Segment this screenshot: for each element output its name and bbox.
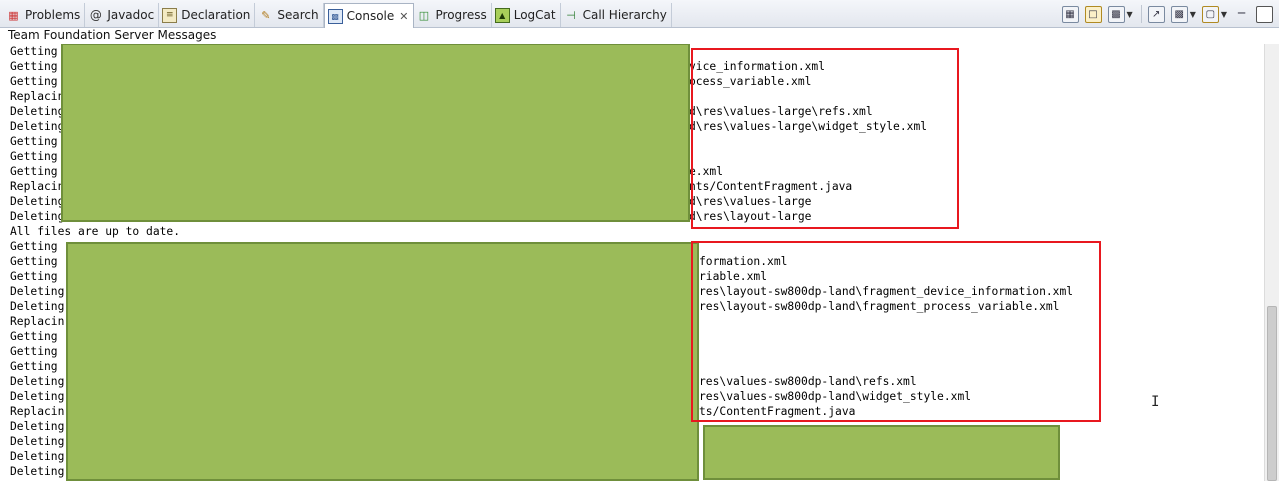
console-line: Deleting [10,120,65,133]
redaction-block [61,44,690,222]
clear-console-icon[interactable]: ▦ [1061,5,1079,23]
console-title: Team Foundation Server Messages [8,28,217,42]
console-line: Replacin [10,90,65,103]
chevron-down-icon[interactable]: ▼ [1190,10,1196,19]
problems-icon: ▦ [8,8,19,22]
console-line: Deleting [10,450,65,463]
call-hierarchy-icon: ⊣ [566,8,576,22]
console-line: Deleting [10,210,65,223]
view-tabs: ▦ Problems @ Javadoc ≡ Declaration ✎ Sea… [3,3,672,28]
console-line: Replacin [10,315,65,328]
console-line: Getting [10,45,58,58]
display-selected-console-icon[interactable]: ▩ [1107,5,1125,23]
console-line: Deleting [10,285,65,298]
console-line: Replacin [10,180,65,193]
redaction-block [66,242,699,481]
tab-label: Console [346,9,395,23]
minimize-icon[interactable]: ─ [1233,6,1250,23]
console-line: Getting [10,360,58,373]
vertical-scrollbar[interactable] [1264,44,1279,481]
tab-progress[interactable]: ◫ Progress [414,3,492,27]
tab-call-hierarchy[interactable]: ⊣ Call Hierarchy [561,3,672,27]
tab-declaration[interactable]: ≡ Declaration [159,3,256,27]
tab-label: Search [277,8,319,22]
view-tab-bar: ▦ Problems @ Javadoc ≡ Declaration ✎ Sea… [0,0,1279,28]
highlight-box [691,48,959,229]
console-line: Getting [10,60,58,73]
progress-icon: ◫ [418,8,430,22]
console-line: Deleting [10,420,65,433]
console-line: Getting [10,255,58,268]
pin-console-icon[interactable]: ↗ [1147,5,1165,23]
declaration-icon: ≡ [162,7,178,23]
console-line: Deleting [10,300,65,313]
tab-label: Declaration [181,8,251,22]
console-line: Getting [10,165,58,178]
console-line: Getting [10,240,58,253]
open-console-icon[interactable]: ▩ [1170,5,1188,23]
at-sign-icon: @ [89,7,102,22]
tab-javadoc[interactable]: @ Javadoc [85,3,160,27]
console-line: Deleting [10,435,65,448]
console-line: Getting [10,150,58,163]
tab-search[interactable]: ✎ Search [255,3,324,27]
close-icon[interactable]: ✕ [399,10,408,23]
tab-label: Problems [25,8,81,22]
tab-label: Javadoc [107,8,155,22]
scroll-lock-icon[interactable]: □ [1084,5,1102,23]
scrollbar-thumb[interactable] [1267,306,1277,481]
tab-label: Call Hierarchy [582,8,667,22]
console-toolbar: ▦ □ ▩ ▼ ↗ ▩ ▼ ▢ ▼ ─ [1056,5,1273,23]
chevron-down-icon[interactable]: ▼ [1221,10,1227,19]
maximize-icon[interactable] [1256,5,1273,23]
toolbar-separator [1140,5,1142,23]
tab-label: Progress [435,8,487,22]
console-line: Deleting [10,105,65,118]
redaction-block [703,425,1060,480]
console-line: Getting [10,330,58,343]
console-line: Deleting [10,465,65,478]
search-icon: ✎ [261,8,271,22]
console-line: Deleting [10,375,65,388]
logcat-icon: ▲ [494,7,510,23]
text-cursor-icon: I [1151,394,1160,410]
console-output[interactable]: Getting Getting Getting Replacin Deletin… [0,44,1264,481]
console-line: Getting [10,345,58,358]
console-line: Getting [10,270,58,283]
highlight-box [691,241,1101,422]
tab-console[interactable]: ▩ Console ✕ [323,3,414,28]
console-line: Replacin [10,405,65,418]
console-line: Getting [10,75,58,88]
console-line: Getting [10,135,58,148]
console-line: Deleting [10,390,65,403]
console-icon: ▩ [327,8,343,24]
console-line: Deleting [10,195,65,208]
tab-logcat[interactable]: ▲ LogCat [492,3,561,27]
new-console-icon[interactable]: ▢ [1201,5,1219,23]
tab-label: LogCat [513,8,556,22]
chevron-down-icon[interactable]: ▼ [1127,10,1133,19]
console-line: All files are up to date. [10,225,181,238]
tab-problems[interactable]: ▦ Problems [3,3,86,27]
